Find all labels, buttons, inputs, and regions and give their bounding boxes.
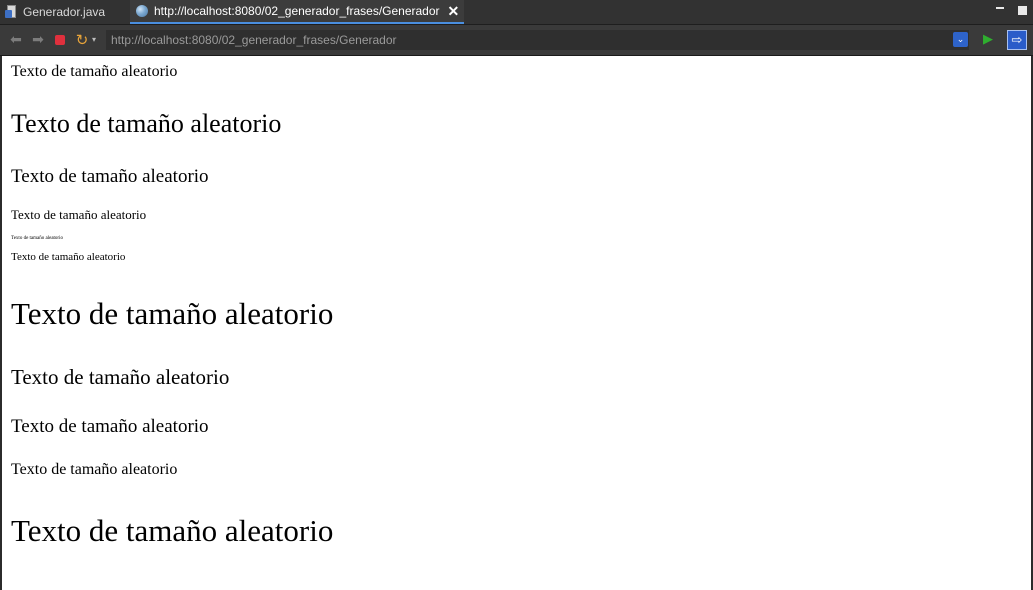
stop-icon[interactable] xyxy=(52,32,68,48)
refresh-icon[interactable]: ↻ xyxy=(74,32,90,48)
tab-label: Generador.java xyxy=(23,5,106,19)
maximize-icon[interactable] xyxy=(1017,4,1027,15)
random-size-text: Texto de tamaño aleatorio xyxy=(11,365,230,389)
forward-icon[interactable]: ➡ xyxy=(30,32,46,48)
java-file-icon xyxy=(5,5,17,19)
refresh-dropdown-icon[interactable]: ▾ xyxy=(90,32,98,48)
editor-tab-bar: Generador.java http://localhost:8080/02_… xyxy=(0,0,1033,25)
random-size-text: Texto de tamaño aleatorio xyxy=(11,166,209,187)
tab-label: http://localhost:8080/02_generador_frase… xyxy=(154,4,440,18)
random-size-text: Texto de tamaño aleatorio xyxy=(11,251,126,263)
close-tab-icon[interactable]: ✕ xyxy=(448,3,460,20)
browser-toolbar: ⬅ ➡ ↻ ▾ ⌄ ▶ ⇨ xyxy=(0,25,1033,56)
random-size-text: Texto de tamaño aleatorio xyxy=(11,513,334,548)
url-input[interactable] xyxy=(106,30,969,50)
random-size-text: Texto de tamaño aleatorio xyxy=(11,416,209,437)
tab-web-browser[interactable]: http://localhost:8080/02_generador_frase… xyxy=(130,0,464,24)
globe-icon xyxy=(136,5,148,17)
web-page-content: Texto de tamaño aleatorio Texto de tamañ… xyxy=(2,56,1031,590)
tab-generador-java[interactable]: Generador.java xyxy=(0,0,128,24)
back-icon[interactable]: ⬅ xyxy=(8,32,24,48)
random-size-text: Texto de tamaño aleatorio xyxy=(11,207,147,222)
go-icon[interactable]: ▶ xyxy=(980,32,996,48)
minimize-icon[interactable] xyxy=(995,4,1005,14)
url-dropdown-icon[interactable]: ⌄ xyxy=(953,32,968,47)
random-size-text: Texto de tamaño aleatorio xyxy=(11,296,334,331)
random-size-text: Texto de tamaño aleatorio xyxy=(11,109,282,138)
random-size-text: Texto de tamaño aleatorio xyxy=(11,63,178,80)
open-external-browser-icon[interactable]: ⇨ xyxy=(1007,30,1027,50)
random-size-text: Texto de tamaño aleatorio xyxy=(11,236,63,241)
random-size-text: Texto de tamaño aleatorio xyxy=(11,461,178,478)
